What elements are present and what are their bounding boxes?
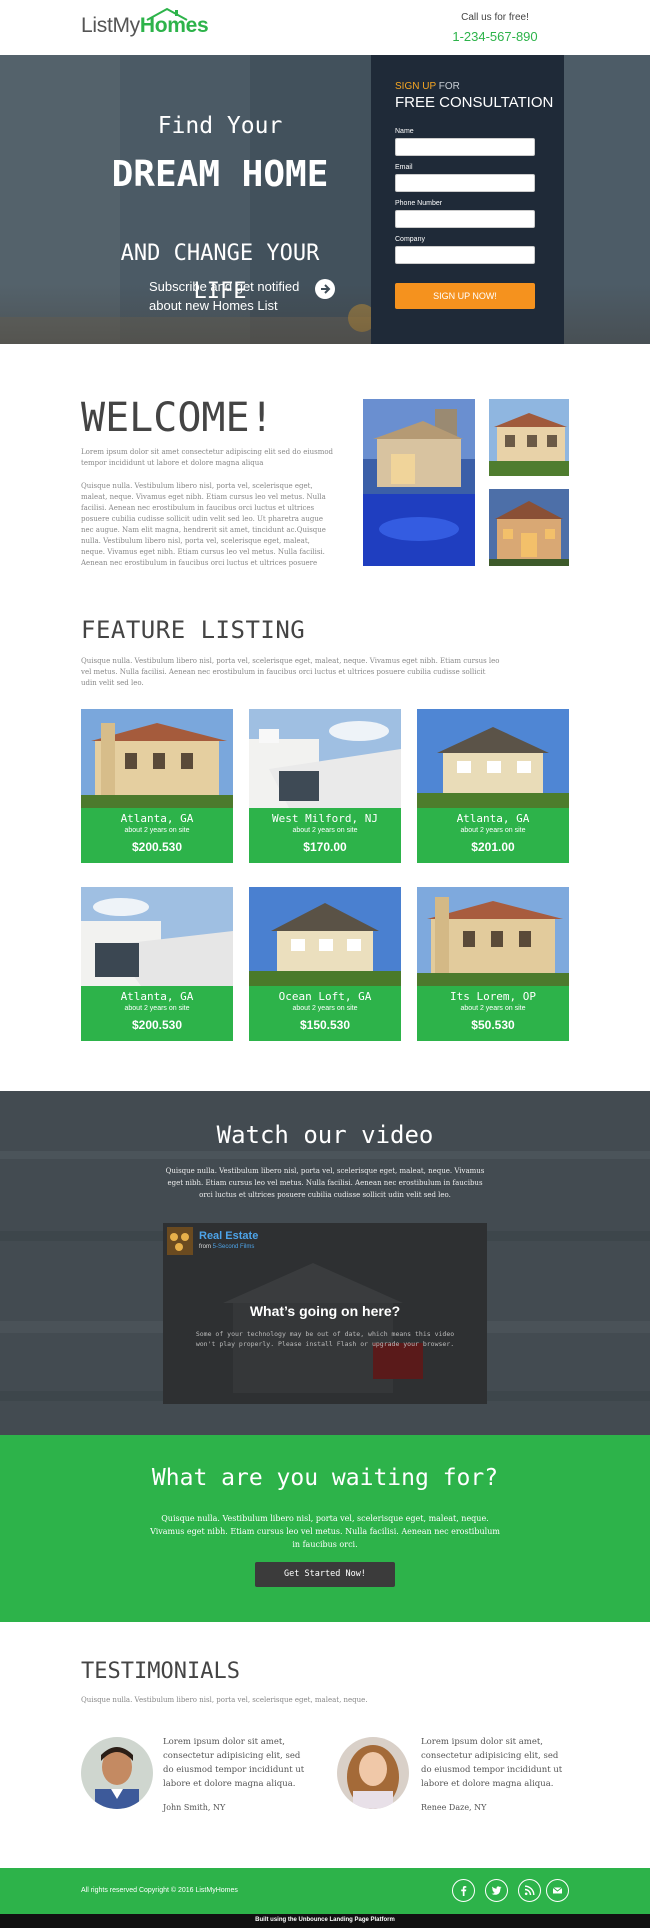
listing-photo <box>417 887 569 986</box>
listing-info: Its Lorem, OP about 2 years on site $50.… <box>417 986 569 1041</box>
form-kicker-accent: SIGN UP <box>395 81 436 92</box>
call-label: Call us for free! <box>461 12 529 23</box>
cta-section: What are you waiting for? Quisque nulla.… <box>0 1435 650 1622</box>
listing-info: Ocean Loft, GA about 2 years on site $15… <box>249 986 401 1041</box>
phone-field[interactable] <box>395 210 535 228</box>
video-from-label: from <box>199 1244 213 1250</box>
platform-bar: Built using the Unbounce Landing Page Pl… <box>0 1914 650 1928</box>
listing-city: West Milford, NJ <box>272 812 378 825</box>
testimonials-desc: Quisque nulla. Vestibulum libero nisl, p… <box>81 1696 368 1704</box>
video-desc: Quisque nulla. Vestibulum libero nisl, p… <box>165 1167 485 1199</box>
listing-card[interactable]: Atlanta, GA about 2 years on site $200.5… <box>81 887 233 1041</box>
listing-info: Atlanta, GA about 2 years on site $200.5… <box>81 808 233 863</box>
video-title: Watch our video <box>216 1121 434 1149</box>
listing-city: Atlanta, GA <box>456 812 530 825</box>
video-error-message: Some of your technology may be out of da… <box>195 1330 455 1348</box>
listing-price: $50.530 <box>471 1018 515 1032</box>
welcome-intro: Lorem ipsum dolor sit amet consectetur a… <box>81 448 334 467</box>
video-player[interactable]: Real Estate from 5-Second Films What’s g… <box>163 1223 487 1404</box>
listing-price: $170.00 <box>303 840 347 854</box>
listing-info: Atlanta, GA about 2 years on site $200.5… <box>81 986 233 1041</box>
listing-age: about 2 years on site <box>292 827 358 834</box>
hero-line-1: Find Your <box>157 113 283 139</box>
listing-price: $201.00 <box>471 840 515 854</box>
listing-photo <box>417 709 569 808</box>
feature-listing-title: FEATURE LISTING <box>81 616 306 644</box>
listing-card[interactable]: Atlanta, GA about 2 years on site $201.0… <box>417 709 569 863</box>
cta-title: What are you waiting for? <box>151 1465 499 1491</box>
mansion-night-photo <box>489 489 569 566</box>
video-from-line: from 5-Second Films <box>199 1244 254 1250</box>
listing-photo <box>249 887 401 986</box>
listing-city: Ocean Loft, GA <box>278 990 372 1003</box>
logo-text-regular: ListMy <box>81 14 140 37</box>
site-header: ListMyHomes Call us for free! 1-234-567-… <box>0 0 650 55</box>
listing-age: about 2 years on site <box>460 1005 526 1012</box>
listing-photo <box>81 887 233 986</box>
welcome-body: Quisque nulla. Vestibulum libero nisl, p… <box>81 482 326 567</box>
name-label: Name <box>395 128 414 135</box>
listing-info: West Milford, NJ about 2 years on site $… <box>249 808 401 863</box>
signup-button[interactable]: SIGN UP NOW! <box>395 283 535 309</box>
listing-city: Atlanta, GA <box>120 990 194 1003</box>
company-label: Company <box>395 236 425 243</box>
get-started-button[interactable]: Get Started Now! <box>255 1562 395 1587</box>
avatar <box>337 1737 409 1809</box>
phone-label: Phone Number <box>395 200 443 207</box>
listing-card[interactable]: West Milford, NJ about 2 years on site $… <box>249 709 401 863</box>
villa-photo <box>489 399 569 476</box>
listing-photo <box>249 709 401 808</box>
form-kicker: SIGN UP FOR <box>395 81 460 92</box>
hero-section: Find Your DREAM HOME AND CHANGE YOUR LIF… <box>0 55 650 344</box>
video-section: Watch our video Quisque nulla. Vestibulu… <box>0 1091 650 1435</box>
testimonial-author: John Smith, NY <box>163 1803 226 1812</box>
site-footer: All rights reserved Copyright © 2016 Lis… <box>0 1868 650 1914</box>
pool-house-photo <box>363 399 475 566</box>
copyright-text: All rights reserved Copyright © 2016 Lis… <box>81 1887 238 1894</box>
hero-subscribe-text: Subscribe and get notified about new Hom… <box>149 279 300 313</box>
cta-desc: Quisque nulla. Vestibulum libero nisl, p… <box>150 1514 500 1549</box>
listing-price: $200.530 <box>131 840 183 854</box>
arrow-right-icon[interactable] <box>315 279 335 299</box>
listing-card[interactable]: Ocean Loft, GA about 2 years on site $15… <box>249 887 401 1041</box>
listing-city: Atlanta, GA <box>120 812 194 825</box>
avatar <box>81 1737 153 1809</box>
listing-card[interactable]: Its Lorem, OP about 2 years on site $50.… <box>417 887 569 1041</box>
welcome-title: WELCOME! <box>81 395 274 441</box>
facebook-icon[interactable] <box>452 1879 475 1902</box>
listing-card[interactable]: Atlanta, GA about 2 years on site $200.5… <box>81 709 233 863</box>
testimonials-title: TESTIMONIALS <box>81 1659 240 1684</box>
twitter-icon[interactable] <box>485 1879 508 1902</box>
rss-icon[interactable] <box>518 1879 541 1902</box>
testimonial-author: Renee Daze, NY <box>421 1803 487 1812</box>
video-channel-title[interactable]: Real Estate <box>199 1230 258 1242</box>
form-title: FREE CONSULTATION <box>395 94 554 111</box>
form-kicker-rest: FOR <box>435 81 460 92</box>
email-label: Email <box>395 164 413 171</box>
listing-age: about 2 years on site <box>124 1005 190 1012</box>
testimonial-quote: Lorem ipsum dolor sit amet, consectetur … <box>163 1737 305 1789</box>
hero-headline: DREAM HOME <box>111 154 329 195</box>
company-field[interactable] <box>395 246 535 264</box>
listing-info: Atlanta, GA about 2 years on site $201.0… <box>417 808 569 863</box>
testimonial-quote: Lorem ipsum dolor sit amet, consectetur … <box>421 1737 563 1789</box>
listing-price: $200.530 <box>131 1018 183 1032</box>
listing-age: about 2 years on site <box>124 827 190 834</box>
video-author-link[interactable]: 5-Second Films <box>213 1244 255 1250</box>
listing-age: about 2 years on site <box>292 1005 358 1012</box>
listing-price: $150.530 <box>299 1018 351 1032</box>
listing-age: about 2 years on site <box>460 827 526 834</box>
signup-form: SIGN UP FOR FREE CONSULTATION Name Email… <box>371 55 564 344</box>
video-error-heading: What’s going on here? <box>249 1303 401 1319</box>
name-field[interactable] <box>395 138 535 156</box>
listing-city: Its Lorem, OP <box>449 990 537 1003</box>
email-field[interactable] <box>395 174 535 192</box>
feature-listing-desc: Quisque nulla. Vestibulum libero nisl, p… <box>81 657 500 687</box>
listing-photo <box>81 709 233 808</box>
built-with-link[interactable]: Built using the Unbounce Landing Page Pl… <box>0 1917 650 1923</box>
email-icon[interactable] <box>546 1879 569 1902</box>
house-roof-icon <box>146 7 188 21</box>
phone-number-link[interactable]: 1-234-567-890 <box>430 29 560 44</box>
